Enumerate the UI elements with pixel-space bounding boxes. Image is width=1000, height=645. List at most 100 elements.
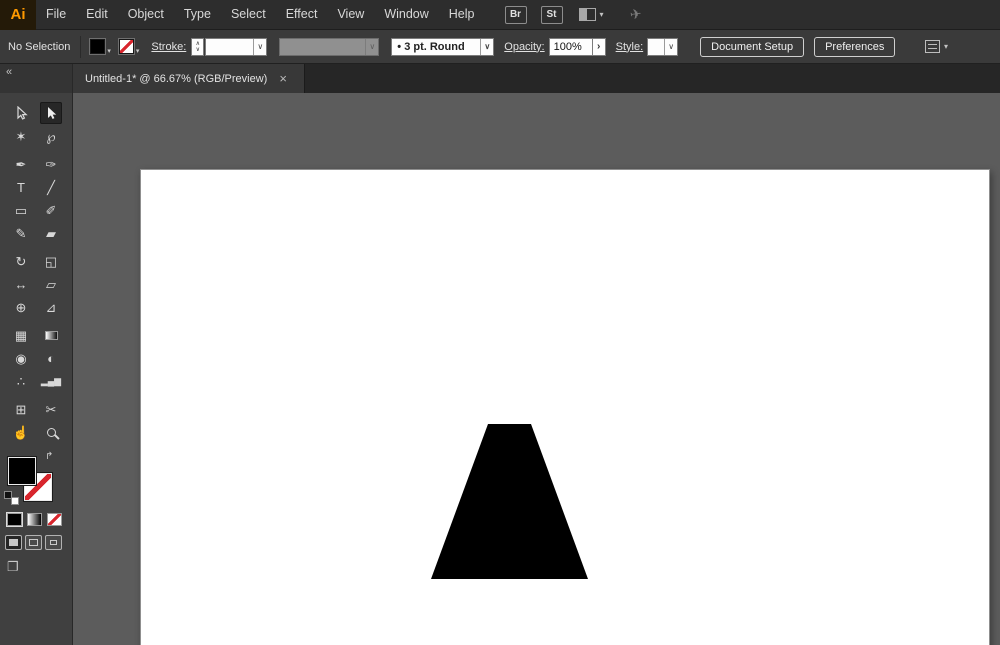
brush-value: • 3 pt. Round — [392, 41, 480, 53]
type-icon: T — [17, 181, 25, 194]
mesh-tool[interactable]: ▦ — [10, 324, 32, 346]
spinner-down-icon[interactable]: ∨ — [196, 47, 200, 53]
paintbrush-tool[interactable]: ✐ — [40, 199, 62, 221]
arrange-documents-icon — [579, 8, 596, 21]
combo-arrow-icon[interactable]: ∨ — [253, 39, 266, 55]
preferences-button[interactable]: Preferences — [814, 37, 895, 57]
panel-collapse-button[interactable]: « — [0, 64, 72, 93]
fill-swatch[interactable] — [8, 457, 36, 485]
document-area: Untitled-1* @ 66.67% (RGB/Preview) × — [73, 64, 1000, 645]
shaper-tool[interactable]: ✎ — [10, 222, 32, 244]
shape-builder-tool[interactable]: ⊕ — [10, 296, 32, 318]
column-graph-icon: ▂▄▆ — [41, 377, 61, 386]
lasso-icon: ℘ — [46, 130, 55, 143]
document-tab[interactable]: Untitled-1* @ 66.67% (RGB/Preview) × — [73, 64, 305, 93]
width-tool[interactable]: ↔ — [10, 273, 32, 295]
free-transform-tool[interactable]: ▱ — [40, 273, 62, 295]
canvas-pasteboard[interactable] — [73, 93, 1000, 645]
menu-object[interactable]: Object — [118, 0, 174, 29]
curvature-tool[interactable]: ✑ — [40, 153, 62, 175]
artboard[interactable] — [140, 169, 990, 645]
none-button[interactable] — [47, 513, 62, 526]
canvas-shape[interactable] — [431, 424, 588, 579]
style-dropdown[interactable]: ∨ — [647, 38, 678, 56]
shaper-icon: ✎ — [16, 227, 27, 240]
slice-tool[interactable]: ✂ — [40, 398, 62, 420]
menu-help[interactable]: Help — [439, 0, 485, 29]
menu-file[interactable]: File — [36, 0, 76, 29]
close-tab-icon[interactable]: × — [279, 72, 287, 85]
menu-window[interactable]: Window — [374, 0, 438, 29]
brush-definition-dropdown[interactable]: • 3 pt. Round ∨ — [391, 38, 494, 56]
rotate-tool[interactable]: ↻ — [10, 250, 32, 272]
style-label[interactable]: Style: — [616, 41, 644, 53]
width-profile-dropdown[interactable]: ∨ — [279, 38, 379, 56]
line-segment-tool[interactable]: ╱ — [40, 176, 62, 198]
menubar: Ai File Edit Object Type Select Effect V… — [0, 0, 1000, 30]
combo-arrow-icon[interactable]: ∨ — [664, 39, 677, 55]
color-button[interactable] — [7, 513, 22, 526]
combo-arrow-icon[interactable]: ∨ — [365, 39, 378, 55]
stock-button[interactable]: St — [541, 6, 563, 24]
document-setup-button[interactable]: Document Setup — [700, 37, 804, 57]
chevron-down-icon[interactable]: ▾ — [944, 42, 948, 51]
arrange-documents-button[interactable]: ▾ — [579, 8, 604, 21]
draw-behind-button[interactable] — [25, 535, 42, 550]
hand-icon: ☝ — [13, 426, 29, 439]
align-options-icon[interactable] — [925, 40, 940, 53]
swap-fill-stroke-icon[interactable]: ↱ — [45, 451, 53, 462]
bridge-button[interactable]: Br — [505, 6, 527, 24]
stroke-weight-dropdown[interactable]: ∨ — [205, 38, 267, 56]
tools-panel: « ✶ ℘ ✒ ✑ T ╱ ▭ ✐ ✎ ▰ — [0, 64, 73, 645]
fill-dropdown-icon[interactable]: ▾ — [107, 47, 111, 55]
scale-tool[interactable]: ◱ — [40, 250, 62, 272]
zoom-tool[interactable] — [40, 421, 62, 443]
draw-inside-icon — [50, 540, 57, 545]
menu-view[interactable]: View — [327, 0, 374, 29]
lasso-tool[interactable]: ℘ — [40, 125, 62, 147]
symbol-sprayer-tool[interactable]: ∴ — [10, 370, 32, 392]
type-tool[interactable]: T — [10, 176, 32, 198]
opacity-label[interactable]: Opacity: — [504, 41, 544, 53]
fill-color-swatch[interactable] — [90, 39, 105, 54]
draw-inside-button[interactable] — [45, 535, 62, 550]
draw-normal-button[interactable] — [5, 535, 22, 550]
screen-mode-button[interactable]: ❐ — [0, 559, 72, 575]
magic-wand-tool[interactable]: ✶ — [10, 125, 32, 147]
gradient-tool[interactable] — [40, 324, 62, 346]
opacity-input[interactable] — [549, 38, 593, 56]
free-transform-icon: ▱ — [46, 278, 56, 291]
perspective-grid-tool[interactable]: ⊿ — [40, 296, 62, 318]
rectangle-tool[interactable]: ▭ — [10, 199, 32, 221]
stroke-weight-label[interactable]: Stroke: — [151, 41, 186, 53]
artboard-tool[interactable]: ⊞ — [10, 398, 32, 420]
width-icon: ↔ — [15, 278, 28, 291]
stroke-dropdown-icon[interactable]: ▾ — [136, 47, 140, 55]
menu-select[interactable]: Select — [221, 0, 276, 29]
default-fill-stroke-icon[interactable] — [4, 491, 19, 505]
selection-tool[interactable] — [10, 102, 32, 124]
eyedropper-tool[interactable]: ◉ — [10, 347, 32, 369]
stroke-color-swatch[interactable] — [119, 39, 134, 54]
gradient-icon — [45, 331, 58, 340]
menu-effect[interactable]: Effect — [276, 0, 328, 29]
pen-icon: ✒ — [16, 158, 27, 171]
blend-tool[interactable]: ◐ — [40, 347, 62, 369]
paint-type-buttons — [0, 513, 72, 526]
share-icon[interactable]: ✈ — [628, 5, 642, 23]
pen-tool[interactable]: ✒ — [10, 153, 32, 175]
eraser-tool[interactable]: ▰ — [40, 222, 62, 244]
column-graph-tool[interactable]: ▂▄▆ — [40, 370, 62, 392]
line-segment-icon: ╱ — [47, 181, 55, 194]
combo-arrow-icon[interactable]: ∨ — [480, 39, 493, 55]
menu-edit[interactable]: Edit — [76, 0, 118, 29]
stroke-weight-stepper[interactable]: ∧ ∨ — [191, 38, 204, 56]
curvature-icon: ✑ — [46, 158, 57, 171]
menu-type[interactable]: Type — [174, 0, 221, 29]
direct-selection-cursor-icon — [44, 106, 58, 120]
work-area: « ✶ ℘ ✒ ✑ T ╱ ▭ ✐ ✎ ▰ — [0, 64, 1000, 645]
gradient-button[interactable] — [27, 513, 42, 526]
direct-selection-tool[interactable] — [40, 102, 62, 124]
hand-tool[interactable]: ☝ — [10, 421, 32, 443]
opacity-expand-button[interactable]: › — [593, 38, 606, 56]
